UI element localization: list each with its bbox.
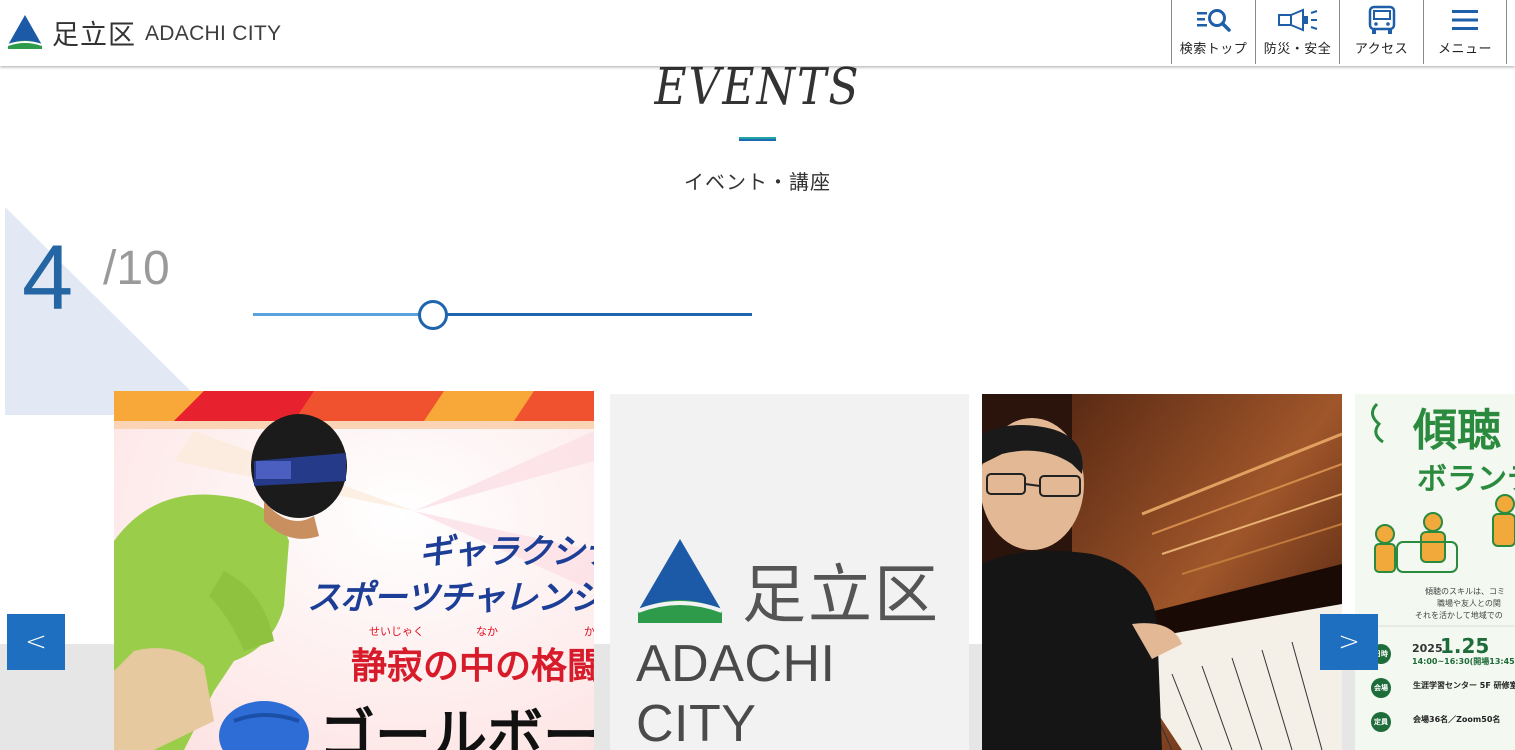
- adachi-logo-mark-icon: [7, 15, 43, 49]
- adachi-logo-mark-icon: [637, 539, 723, 623]
- nav-label: アクセス: [1354, 42, 1409, 57]
- poster-line-1: ギャラクシティ: [419, 532, 594, 572]
- section-title: EVENTS: [654, 58, 861, 117]
- title-underline: [739, 137, 776, 141]
- logo-text-jp: 足立区: [52, 19, 136, 51]
- carousel-next-button[interactable]: >: [1320, 614, 1378, 670]
- slide-counter-total: /10: [103, 242, 170, 295]
- nav-label: メニュー: [1437, 42, 1492, 57]
- slide-counter-current: 4: [22, 227, 74, 329]
- search-icon: [1196, 6, 1232, 34]
- flyer-desc: 職場や友人との関: [1437, 599, 1501, 608]
- chevron-left-icon: <: [25, 627, 47, 657]
- bus-icon: [1367, 5, 1397, 34]
- hamburger-menu-icon: [1451, 6, 1479, 34]
- flyer-title: 傾聴: [1413, 405, 1501, 456]
- flyer-desc: それを活かして地域での: [1415, 611, 1503, 620]
- slider-fill: [253, 313, 433, 316]
- flyer-time: 14:00~16:30(開場13:45): [1412, 657, 1515, 666]
- carousel-prev-button[interactable]: <: [7, 614, 65, 670]
- flyer-badge-venue: 会場: [1371, 678, 1391, 698]
- logo-text-en: ADACHI CITY: [145, 22, 282, 45]
- event-card-goalball[interactable]: ギャラクシティ スポーツチャレンジ せいじゃく なか か 静寂の中の格闘 ゴール…: [114, 391, 594, 750]
- chevron-right-icon: >: [1338, 627, 1360, 657]
- flyer-badge-capacity: 定員: [1371, 712, 1391, 732]
- megaphone-icon: [1277, 6, 1319, 34]
- flyer-desc: 傾聴のスキルは、コミ: [1425, 587, 1505, 596]
- flyer-subtitle: ボランティ: [1417, 462, 1515, 497]
- header-nav: 検索トップ 防災・安全 アクセス メニュー: [1171, 0, 1507, 66]
- poster-line-3: 静寂の中の格闘: [351, 645, 594, 687]
- card-logo-text-en: ADACHI CITY: [636, 635, 836, 750]
- poster-line-2: スポーツチャレンジ: [307, 578, 594, 618]
- flyer-capacity: 会場36名／Zoom50名: [1413, 715, 1501, 724]
- nav-access[interactable]: アクセス: [1339, 0, 1423, 64]
- nav-disaster-safety[interactable]: 防災・安全: [1255, 0, 1339, 64]
- flyer-venue: 生涯学習センター 5F 研修室: [1413, 681, 1515, 690]
- flyer-date: 1.25: [1440, 634, 1490, 658]
- nav-label: 防災・安全: [1263, 42, 1332, 57]
- nav-search-top[interactable]: 検索トップ: [1171, 0, 1255, 64]
- pianist-photo-image: [982, 394, 1342, 750]
- site-logo[interactable]: 足立区 ADACHI CITY: [6, 12, 281, 52]
- poster-line-4: ゴールボール: [319, 704, 594, 750]
- site-header: 足立区 ADACHI CITY 検索トップ 防災・安全 アクセス メニュー: [0, 0, 1515, 66]
- nav-label: 検索トップ: [1179, 42, 1248, 57]
- flyer-year: 2025: [1412, 642, 1443, 655]
- event-card-piano-concert[interactable]: [982, 394, 1342, 750]
- nav-menu[interactable]: メニュー: [1423, 0, 1507, 64]
- card-logo-text-jp: 足立区: [742, 559, 940, 633]
- section-subtitle: イベント・講座: [684, 170, 831, 194]
- event-card-adachi-logo[interactable]: 足立区 ADACHI CITY: [610, 394, 969, 750]
- slider-handle[interactable]: [417, 300, 448, 330]
- event-card-listening-volunteer[interactable]: 傾聴 ボランティ 傾聴のスキルは、コミ 職場や友人との関 それを活かして地域での…: [1355, 394, 1515, 750]
